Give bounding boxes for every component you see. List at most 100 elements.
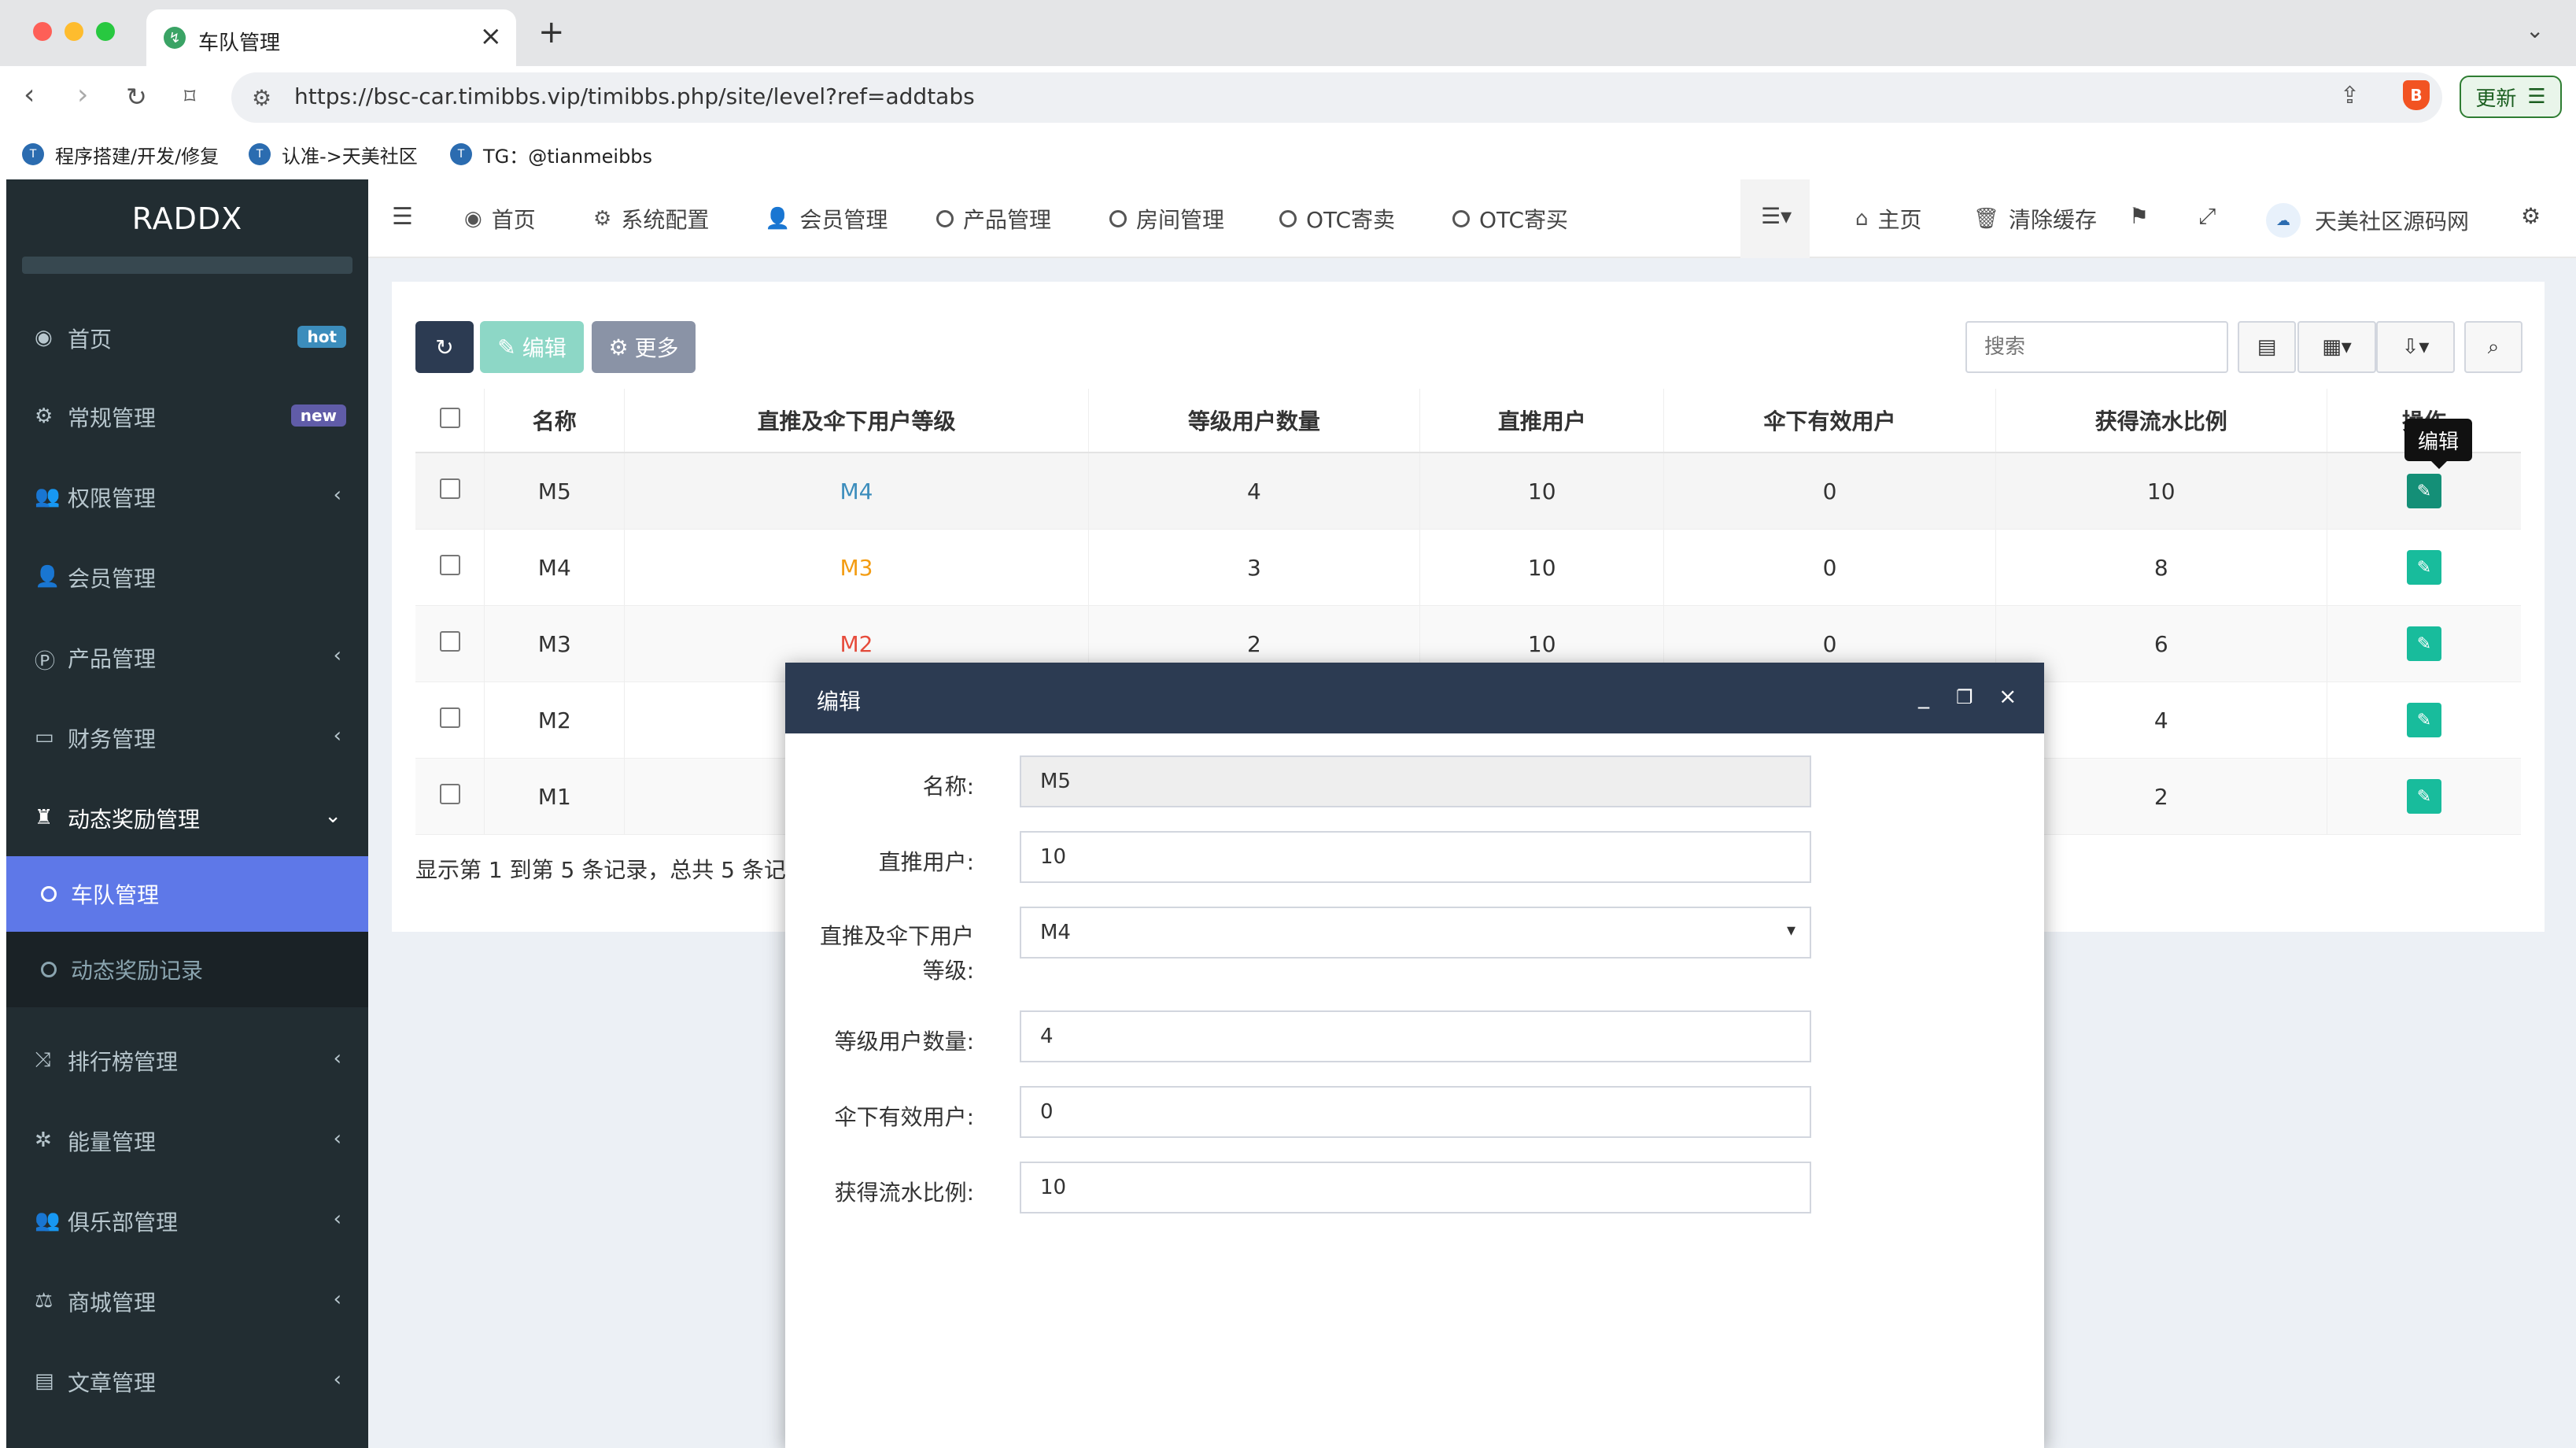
close-window-button[interactable] <box>33 22 52 41</box>
toggle-view-button[interactable]: ▤ <box>2238 321 2296 373</box>
maximize-window-button[interactable] <box>96 22 115 41</box>
fullscreen-icon[interactable]: ⤢ <box>2198 203 2216 230</box>
close-tab-icon[interactable]: × <box>480 20 503 52</box>
sidebar-toggle-icon[interactable]: ☰ <box>392 203 413 231</box>
column-header[interactable]: 等级用户数量 <box>1088 389 1421 453</box>
chevron-down-icon: ⌄ <box>324 804 341 828</box>
sidebar-item-permissions[interactable]: 👥 权限管理 ‹ <box>6 456 368 535</box>
site-settings-icon[interactable]: ⚙ <box>252 85 271 111</box>
row-edit-button[interactable]: ✎ <box>2406 550 2441 585</box>
tab-rooms[interactable]: 房间管理 <box>1109 203 1224 235</box>
user-menu[interactable]: ☁ 天美社区源码网 <box>2266 203 2469 238</box>
search-button[interactable]: ⌕ <box>2464 321 2522 373</box>
minimize-icon[interactable]: _ <box>1918 683 1929 709</box>
sidebar-item-energy[interactable]: ✲ 能量管理 ‹ <box>6 1100 368 1179</box>
row-checkbox[interactable] <box>439 478 460 499</box>
sidebar-item-leaderboard[interactable]: ⤨ 排行榜管理 ‹ <box>6 1020 368 1099</box>
table-header-row: 名称 直推及伞下用户等级 等级用户数量 直推用户 伞下有效用户 获得流水比例 操… <box>415 389 2521 453</box>
newspaper-icon: ▤ <box>35 1369 54 1393</box>
back-icon[interactable]: ‹ <box>24 79 35 111</box>
row-checkbox[interactable] <box>439 783 460 804</box>
search-icon: ⌕ <box>2487 334 2500 359</box>
more-button[interactable]: ⚙ 更多 <box>592 321 696 373</box>
home-link[interactable]: ⌂ 主页 <box>1855 203 1922 235</box>
search-field[interactable] <box>1965 321 2228 373</box>
sidebar-item-reward-records[interactable]: 动态奖励记录 <box>6 932 368 1007</box>
level-count-field[interactable]: 4 <box>1020 1010 1811 1062</box>
cell-name: M2 <box>484 682 626 759</box>
brave-shield-icon[interactable]: B <box>2403 80 2430 110</box>
forward-icon[interactable]: › <box>77 79 88 111</box>
sidebar-item-club[interactable]: 👥 俱乐部管理 ‹ <box>6 1180 368 1259</box>
sidebar-item-shop[interactable]: ⚖ 商城管理 ‹ <box>6 1261 368 1339</box>
bookmark-item[interactable]: T 程序搭建/开发/修复 <box>22 139 219 170</box>
chevron-left-icon: ‹ <box>333 1287 341 1311</box>
tab-system-config[interactable]: ⚙ 系统配置 <box>593 203 709 235</box>
cell-ratio: 6 <box>1995 605 2327 682</box>
browser-tab[interactable]: ↯ 车队管理 × <box>146 9 516 66</box>
dialog-header[interactable]: 编辑 _ ❐ × <box>785 663 2044 733</box>
row-edit-button[interactable]: ✎ <box>2406 703 2441 737</box>
sidebar-item-products[interactable]: Ⓟ 产品管理 ‹ <box>6 617 368 696</box>
dashboard-icon: ◉ <box>464 207 482 231</box>
row-checkbox[interactable] <box>439 630 460 652</box>
row-checkbox[interactable] <box>439 554 460 575</box>
refresh-button[interactable]: ↻ <box>415 321 474 373</box>
search-input[interactable] <box>1983 323 2214 371</box>
update-button[interactable]: 更新 ☰ <box>2460 76 2562 118</box>
chevron-left-icon: ‹ <box>333 724 341 748</box>
row-edit-button[interactable]: ✎ <box>2406 779 2441 814</box>
column-header[interactable]: 名称 <box>484 389 626 453</box>
clear-cache-button[interactable]: 🗑 清除缓存 <box>1973 203 2097 235</box>
name-field[interactable]: M5 <box>1020 755 1811 807</box>
ratio-field[interactable]: 10 <box>1020 1162 1811 1213</box>
tab-products[interactable]: 产品管理 <box>936 203 1051 235</box>
tab-otc-sell[interactable]: OTC寄卖 <box>1279 203 1395 235</box>
url-field[interactable]: ⚙ https://bsc-car.timibbs.vip/timibbs.ph… <box>231 72 2442 123</box>
circle-icon <box>41 962 57 977</box>
sidebar-item-members[interactable]: 👤 会员管理 <box>6 537 368 615</box>
sidebar-item-label: 能量管理 <box>68 1129 157 1155</box>
tab-list-chevron-icon[interactable]: ⌄ <box>2526 17 2544 43</box>
caret-down-icon: ▾ <box>1786 921 1795 940</box>
cell-count: 3 <box>1088 529 1421 606</box>
table-row[interactable]: M4 M3 3 10 0 8 ✎ <box>415 529 2521 606</box>
level-select[interactable]: M4 ▾ <box>1020 907 1811 959</box>
sidebar-item-finance[interactable]: ▭ 财务管理 ‹ <box>6 697 368 776</box>
row-checkbox[interactable] <box>439 707 460 728</box>
sidebar-item-label: 俱乐部管理 <box>68 1210 179 1236</box>
tab-home[interactable]: ◉ 首页 <box>464 203 536 235</box>
share-icon[interactable]: ⇪ <box>2340 82 2360 109</box>
tab-otc-buy[interactable]: OTC寄买 <box>1452 203 1568 235</box>
select-all-checkbox[interactable] <box>439 407 460 428</box>
column-header[interactable]: 伞下有效用户 <box>1663 389 1996 453</box>
sidebar-item-general[interactable]: ⚙ 常规管理 new <box>6 376 368 455</box>
table-row[interactable]: M5 M4 4 10 0 10 ✎ <box>415 452 2521 530</box>
sidebar-item-fleet[interactable]: 车队管理 <box>6 856 368 932</box>
new-tab-icon[interactable]: + <box>538 14 565 50</box>
column-header[interactable]: 直推及伞下用户等级 <box>624 389 1089 453</box>
bookmark-icon[interactable]: ⌑ <box>184 83 195 109</box>
maximize-icon[interactable]: ❐ <box>1956 686 1973 708</box>
columns-button[interactable]: ▦▾ <box>2297 321 2376 373</box>
cogs-icon[interactable]: ⚙ <box>2521 203 2541 229</box>
minimize-window-button[interactable] <box>65 22 83 41</box>
sidebar-item-dynamic-rewards[interactable]: ♜ 动态奖励管理 ⌄ <box>6 778 368 856</box>
bookmark-item[interactable]: T TG：@tianmeibbs <box>450 139 652 170</box>
app-logo[interactable]: RADDX <box>6 179 368 258</box>
column-header[interactable]: 直推用户 <box>1419 389 1665 453</box>
under-users-field[interactable]: 0 <box>1020 1086 1811 1138</box>
tab-members[interactable]: 👤 会员管理 <box>765 203 888 235</box>
reload-icon[interactable]: ↻ <box>126 82 147 112</box>
sidebar-item-home[interactable]: ◉ 首页 hot <box>6 297 368 376</box>
bookmark-item[interactable]: T 认准->天美社区 <box>249 139 418 170</box>
sidebar-item-articles[interactable]: ▤ 文章管理 ‹ <box>6 1341 368 1420</box>
close-icon[interactable]: × <box>1998 683 2017 709</box>
column-header[interactable]: 获得流水比例 <box>1995 389 2327 453</box>
language-icon[interactable]: ⚑ <box>2129 203 2149 229</box>
direct-users-field[interactable]: 10 <box>1020 831 1811 883</box>
row-edit-button[interactable]: ✎ <box>2406 626 2441 661</box>
row-edit-button[interactable]: ✎ <box>2406 474 2441 508</box>
export-button[interactable]: ⇩▾ <box>2376 321 2455 373</box>
edit-button[interactable]: ✎ 编辑 <box>480 321 584 373</box>
